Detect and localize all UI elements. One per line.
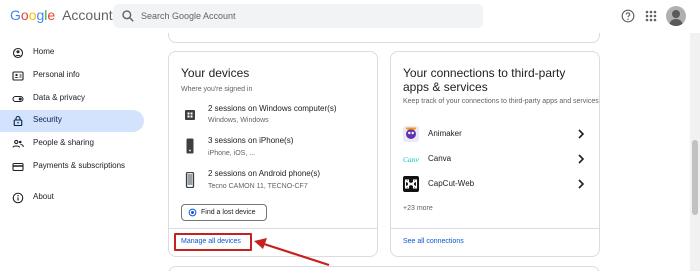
logo-letter: G xyxy=(10,7,21,23)
animaker-icon xyxy=(403,126,419,142)
canva-logo-text: Canva xyxy=(403,155,419,164)
google-account-logo[interactable]: Google Account xyxy=(10,7,113,23)
app-label: Animaker xyxy=(428,129,462,138)
sidebar-item-label: Payments & subscriptions xyxy=(33,161,126,170)
annotation-highlight-box xyxy=(174,233,252,251)
devices-card: Your devices Where you're signed in 2 se… xyxy=(168,51,378,257)
see-all-connections-link[interactable]: See all connections xyxy=(403,238,464,245)
sidebar-item-payments[interactable]: Payments & subscriptions xyxy=(0,156,144,178)
capcut-icon xyxy=(403,176,419,192)
lock-icon xyxy=(13,115,23,127)
device-subtitle: Windows, Windows xyxy=(208,117,269,124)
info-icon xyxy=(12,192,24,204)
windows-computer-icon xyxy=(185,110,195,120)
more-connections-count: +23 more xyxy=(403,205,433,212)
card-divider xyxy=(391,228,599,229)
crosshair-icon xyxy=(188,208,197,217)
find-lost-device-label: Find a lost device xyxy=(201,209,256,216)
home-icon xyxy=(12,47,24,59)
sidebar-item-label: Data & privacy xyxy=(33,93,86,102)
top-bar: Google Account xyxy=(0,0,700,33)
sidebar-item-label: About xyxy=(33,192,54,201)
chevron-right-icon xyxy=(578,129,585,139)
card-title: Your devices xyxy=(181,66,250,80)
device-subtitle: iPhone, iOS, ... xyxy=(208,150,256,157)
toggle-icon xyxy=(12,95,24,103)
card-subtitle: Keep track of your connections to third-… xyxy=(403,98,599,105)
app-label: Canva xyxy=(428,154,452,163)
chevron-right-icon xyxy=(578,179,585,189)
logo-letter: o xyxy=(20,7,29,23)
connections-card: Your connections to third-party apps & s… xyxy=(390,51,600,257)
sidebar-item-label: Personal info xyxy=(33,70,80,79)
sidebar-item-home[interactable]: Home xyxy=(0,42,144,64)
avatar[interactable] xyxy=(666,6,686,26)
app-label: CapCut-Web xyxy=(428,179,475,188)
card-divider xyxy=(169,228,377,229)
logo-letter: e xyxy=(47,7,56,23)
sidebar-item-data-privacy[interactable]: Data & privacy xyxy=(0,88,144,110)
sidebar-item-about[interactable]: About xyxy=(0,187,144,209)
chevron-right-icon xyxy=(578,154,585,164)
credit-card-icon xyxy=(12,162,24,172)
sidebar-item-people-sharing[interactable]: People & sharing xyxy=(0,133,144,155)
sidebar-item-label: Security xyxy=(33,115,62,124)
sidebar-item-personal-info[interactable]: Personal info xyxy=(0,65,144,87)
card-title-line: Your connections to third-party xyxy=(403,66,566,80)
people-icon xyxy=(12,139,24,148)
find-lost-device-button[interactable]: Find a lost device xyxy=(181,204,267,221)
card-subtitle: Where you're signed in xyxy=(181,86,253,93)
apps-grid-icon[interactable] xyxy=(645,10,657,22)
iphone-icon xyxy=(186,138,194,154)
search-icon xyxy=(122,10,134,22)
sidebar-item-label: Home xyxy=(33,47,55,56)
search-input[interactable] xyxy=(141,4,471,28)
scrollbar-thumb[interactable] xyxy=(692,140,698,215)
annotation-arrow-icon xyxy=(254,238,330,267)
id-card-icon xyxy=(12,71,24,81)
help-icon[interactable] xyxy=(621,9,635,23)
device-title: 2 sessions on Android phone(s) xyxy=(208,169,321,178)
avatar-head-shape xyxy=(672,10,680,18)
android-phone-icon xyxy=(185,172,195,188)
sidebar-item-label: People & sharing xyxy=(33,138,94,147)
avatar-body-shape xyxy=(669,19,683,26)
device-title: 3 sessions on iPhone(s) xyxy=(208,136,294,145)
device-title: 2 sessions on Windows computer(s) xyxy=(208,104,337,113)
canva-icon: Canva xyxy=(403,155,419,164)
device-subtitle: Tecno CAMON 11, TECNO-CF7 xyxy=(208,183,308,190)
previous-card-edge xyxy=(168,33,600,43)
sidebar-item-security[interactable]: Security xyxy=(0,110,144,132)
search-bar[interactable] xyxy=(113,4,483,28)
next-card-edge xyxy=(168,266,600,271)
card-title-line: apps & services xyxy=(403,80,488,94)
logo-account-text: Account xyxy=(62,7,113,23)
